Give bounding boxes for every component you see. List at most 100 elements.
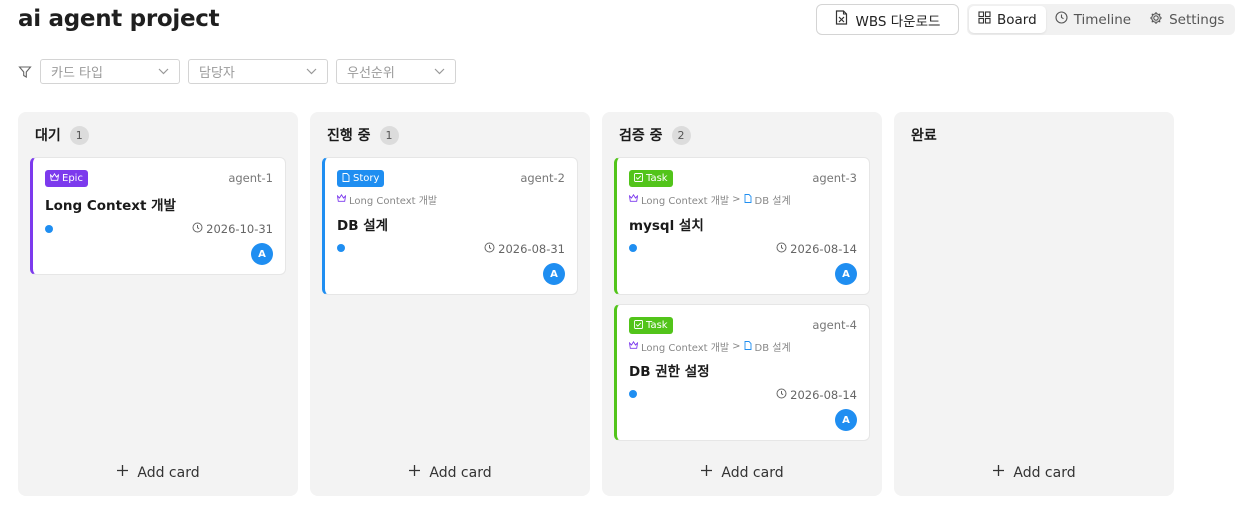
due-date: 2026-08-14: [776, 388, 857, 402]
tab-timeline[interactable]: Timeline: [1046, 6, 1140, 33]
column-title: 완료: [911, 128, 937, 144]
card-id: agent-4: [812, 318, 857, 332]
card-id: agent-3: [812, 171, 857, 185]
column-waiting: 대기 1 Epic agent-1 Long Context 개발 2026-1…: [18, 112, 298, 496]
excel-file-icon: [835, 10, 848, 29]
due-date: 2026-10-31: [192, 222, 273, 236]
add-card-button[interactable]: Add card: [602, 464, 882, 481]
project-title: ai agent project: [18, 6, 220, 32]
avatar[interactable]: A: [251, 243, 273, 265]
document-icon: [744, 340, 752, 353]
priority-filter-placeholder: 우선순위: [347, 66, 395, 81]
breadcrumb-separator: >: [732, 194, 741, 205]
clock-icon: [776, 388, 787, 402]
due-date: 2026-08-31: [484, 242, 565, 256]
due-date-value: 2026-08-14: [790, 242, 857, 256]
card-type-badge: Epic: [45, 170, 88, 187]
card-type-label: Epic: [62, 173, 83, 184]
crown-icon: [49, 172, 60, 184]
due-date: 2026-08-14: [776, 242, 857, 256]
chevron-down-icon: [306, 64, 317, 79]
add-card-button[interactable]: Add card: [894, 464, 1174, 481]
column-title: 검증 중: [619, 128, 663, 144]
grid-icon: [978, 11, 991, 28]
card-id: agent-2: [520, 171, 565, 185]
plus-icon: [700, 464, 713, 481]
avatar[interactable]: A: [835, 409, 857, 431]
priority-filter[interactable]: 우선순위: [336, 59, 456, 84]
clock-icon: [1055, 11, 1068, 28]
document-icon: [744, 193, 752, 206]
tab-board[interactable]: Board: [969, 6, 1046, 33]
tab-board-label: Board: [997, 11, 1037, 28]
clock-icon: [484, 242, 495, 256]
checkbox-icon: [634, 319, 643, 332]
parent-breadcrumb: Long Context 개발 > DB 설계: [628, 192, 791, 207]
due-date-value: 2026-10-31: [206, 222, 273, 236]
column-title: 대기: [35, 128, 61, 144]
due-date-value: 2026-08-31: [498, 242, 565, 256]
card-title: DB 설계: [337, 218, 389, 234]
clock-icon: [776, 242, 787, 256]
add-card-button[interactable]: Add card: [310, 464, 590, 481]
column-count-badge: 1: [379, 125, 399, 145]
parent-epic-link[interactable]: Long Context 개발: [641, 192, 729, 207]
card-type-label: Task: [646, 320, 668, 331]
card-type-badge: Story: [337, 170, 385, 187]
column-count-badge: 1: [69, 125, 89, 145]
crown-icon: [628, 340, 639, 352]
card-agent-1[interactable]: Epic agent-1 Long Context 개발 2026-10-31 …: [30, 157, 286, 275]
clock-icon: [192, 222, 203, 236]
parent-epic-link[interactable]: Long Context 개발: [349, 192, 437, 207]
card-type-label: Task: [646, 173, 668, 184]
parent-breadcrumb: Long Context 개발: [336, 192, 437, 207]
card-agent-2[interactable]: Story agent-2 Long Context 개발 DB 설계 2026…: [322, 157, 578, 295]
due-date-value: 2026-08-14: [790, 388, 857, 402]
tab-settings-label: Settings: [1169, 11, 1225, 28]
chevron-down-icon: [158, 64, 169, 79]
column-title: 진행 중: [327, 128, 371, 144]
crown-icon: [628, 193, 639, 205]
wbs-download-button[interactable]: WBS 다운로드: [816, 4, 959, 35]
avatar[interactable]: A: [835, 263, 857, 285]
card-title: Long Context 개발: [45, 198, 176, 214]
card-type-filter[interactable]: 카드 타입: [40, 59, 180, 84]
crown-icon: [336, 193, 347, 205]
filter-icon: [18, 64, 32, 83]
chevron-down-icon: [434, 64, 445, 79]
assignee-filter[interactable]: 담당자: [188, 59, 328, 84]
priority-dot: [629, 390, 637, 398]
card-agent-4[interactable]: Task agent-4 Long Context 개발 > DB 설계 DB …: [614, 304, 870, 441]
gear-icon: [1149, 11, 1163, 29]
parent-story-link[interactable]: DB 설계: [755, 192, 791, 207]
column-done: 완료 Add card: [894, 112, 1174, 496]
priority-dot: [337, 244, 345, 252]
card-title: mysql 설치: [629, 218, 704, 234]
tab-timeline-label: Timeline: [1073, 11, 1132, 28]
card-title: DB 권한 설정: [629, 364, 710, 380]
wbs-download-label: WBS 다운로드: [855, 13, 941, 30]
add-card-label: Add card: [137, 464, 200, 481]
plus-icon: [408, 464, 421, 481]
parent-epic-link[interactable]: Long Context 개발: [641, 339, 729, 354]
tab-settings[interactable]: Settings: [1140, 6, 1233, 33]
add-card-label: Add card: [1013, 464, 1076, 481]
add-card-button[interactable]: Add card: [18, 464, 298, 481]
plus-icon: [116, 464, 129, 481]
parent-story-link[interactable]: DB 설계: [755, 339, 791, 354]
assignee-filter-placeholder: 담당자: [199, 66, 235, 81]
card-id: agent-1: [228, 171, 273, 185]
card-agent-3[interactable]: Task agent-3 Long Context 개발 > DB 설계 mys…: [614, 157, 870, 295]
column-in-progress: 진행 중 1 Story agent-2 Long Context 개발 DB …: [310, 112, 590, 496]
view-switcher: Board Timeline Settings: [967, 4, 1235, 35]
card-type-label: Story: [353, 173, 380, 184]
avatar[interactable]: A: [543, 263, 565, 285]
card-type-badge: Task: [629, 317, 673, 334]
breadcrumb-separator: >: [732, 341, 741, 352]
add-card-label: Add card: [429, 464, 492, 481]
card-type-badge: Task: [629, 170, 673, 187]
column-count-badge: 2: [671, 125, 691, 145]
card-type-filter-placeholder: 카드 타입: [51, 66, 103, 81]
plus-icon: [992, 464, 1005, 481]
parent-breadcrumb: Long Context 개발 > DB 설계: [628, 339, 791, 354]
